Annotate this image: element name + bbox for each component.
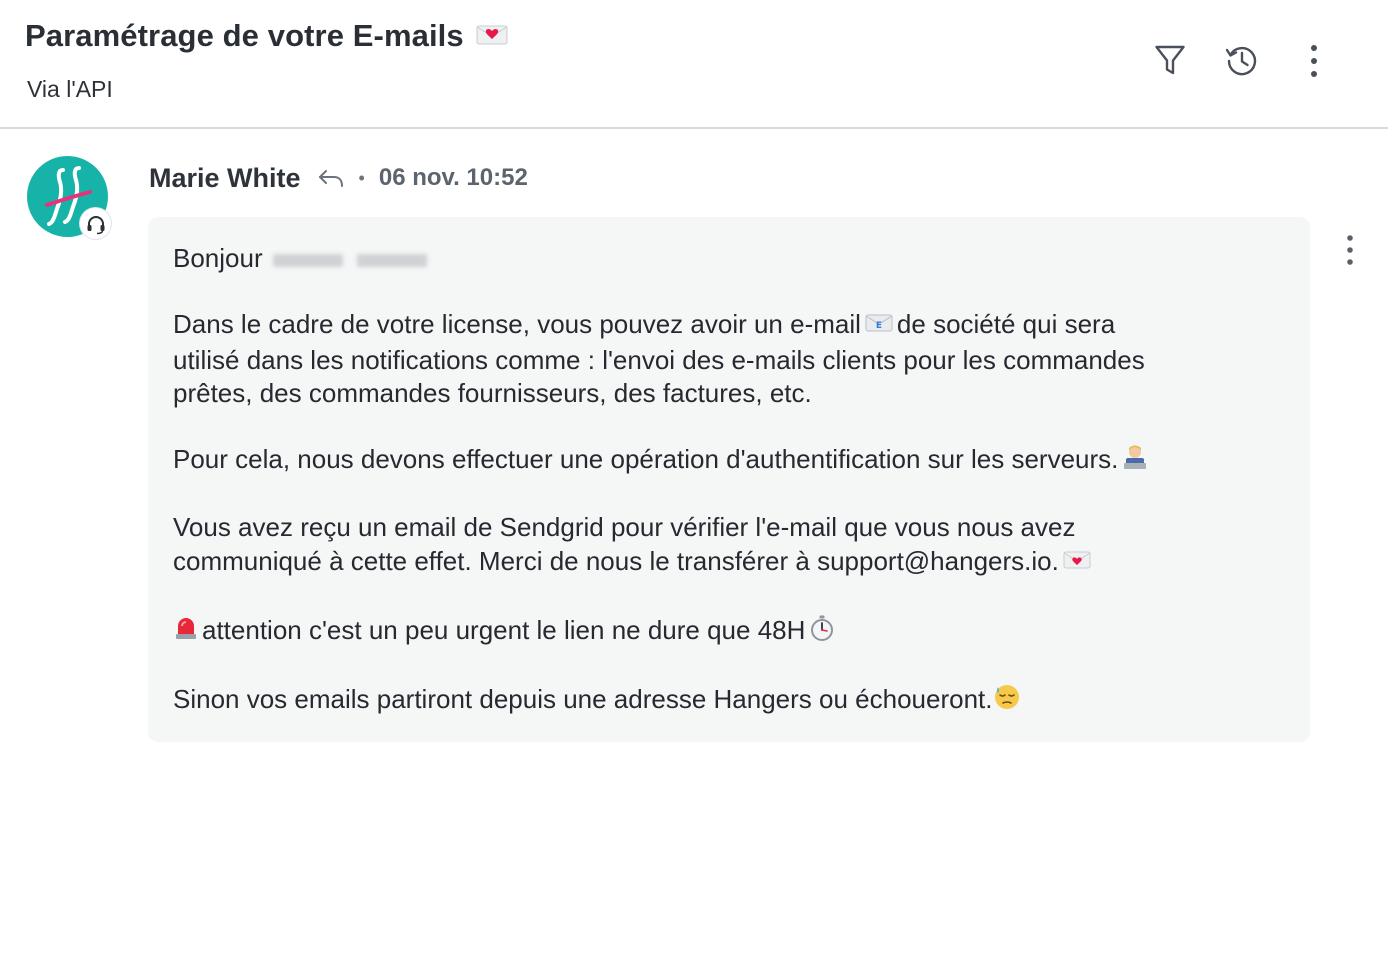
paragraph-1-line-3: prêtes, des commandes fournisseurs, des … bbox=[173, 378, 812, 408]
conversation-title: Paramétrage de votre E-mails bbox=[25, 18, 512, 56]
greeting-text: Bonjour bbox=[173, 243, 263, 273]
stopwatch-icon bbox=[808, 614, 836, 650]
redacted-name bbox=[269, 248, 439, 272]
paragraph-4: attention c'est un peu urgent le lien ne… bbox=[173, 613, 839, 650]
filter-button[interactable] bbox=[1150, 41, 1190, 81]
message-more-button[interactable] bbox=[1330, 230, 1370, 270]
message-time: 06 nov. 10:52 bbox=[378, 164, 528, 191]
greeting-line: Bonjour bbox=[173, 241, 439, 275]
message-bubble bbox=[148, 217, 1310, 742]
paragraph-4-text: attention c'est un peu urgent le lien ne… bbox=[202, 615, 806, 645]
paragraph-1-text-b: de société qui sera bbox=[896, 309, 1116, 339]
more-options-button[interactable] bbox=[1294, 41, 1334, 81]
svg-text:E: E bbox=[876, 321, 882, 331]
more-vertical-icon bbox=[1347, 235, 1353, 265]
siren-icon bbox=[173, 614, 199, 650]
paragraph-3-line-1: Vous avez reçu un email de Sendgrid pour… bbox=[173, 512, 1076, 542]
more-vertical-icon bbox=[1311, 45, 1317, 77]
history-icon bbox=[1225, 46, 1257, 76]
paragraph-5-text: Sinon vos emails partiront depuis une ad… bbox=[173, 684, 993, 714]
technologist-icon bbox=[1121, 443, 1149, 479]
love-letter-icon bbox=[1062, 546, 1092, 580]
email-icon: E bbox=[864, 309, 894, 343]
history-button[interactable] bbox=[1222, 41, 1262, 81]
paragraph-1-line-2: utilisé dans les notifications comme : l… bbox=[173, 345, 1145, 375]
paragraph-5: Sinon vos emails partiront depuis une ad… bbox=[173, 682, 1024, 719]
paragraph-2-text: Pour cela, nous devons effectuer une opé… bbox=[173, 444, 1119, 474]
paragraph-1-text-a: Dans le cadre de votre license, vous pou… bbox=[173, 309, 861, 339]
conversation-subtitle: Via l'API bbox=[27, 76, 113, 102]
filter-icon bbox=[1155, 45, 1185, 75]
paragraph-3-line-2: communiqué à cette effet. Merci de nous … bbox=[173, 544, 1095, 580]
love-letter-icon bbox=[475, 20, 509, 56]
paragraph-3-text: communiqué à cette effet. Merci de nous … bbox=[173, 546, 1059, 576]
author-name: Marie White bbox=[149, 162, 301, 193]
support-agent-badge bbox=[80, 208, 111, 239]
paragraph-2: Pour cela, nous devons effectuer une opé… bbox=[173, 442, 1152, 479]
reply-icon[interactable] bbox=[317, 166, 345, 190]
message-meta: Marie White • 06 nov. 10:52 bbox=[149, 160, 528, 196]
conversation-title-text: Paramétrage de votre E-mails bbox=[25, 18, 464, 53]
meta-separator: • bbox=[358, 167, 365, 188]
paragraph-1-line-1: Dans le cadre de votre license, vous pou… bbox=[173, 307, 1115, 343]
headset-icon bbox=[87, 215, 104, 234]
downcast-sweat-face-icon bbox=[993, 683, 1021, 719]
conversation-header: Paramétrage de votre E-mails Via l'API bbox=[0, 0, 1388, 129]
